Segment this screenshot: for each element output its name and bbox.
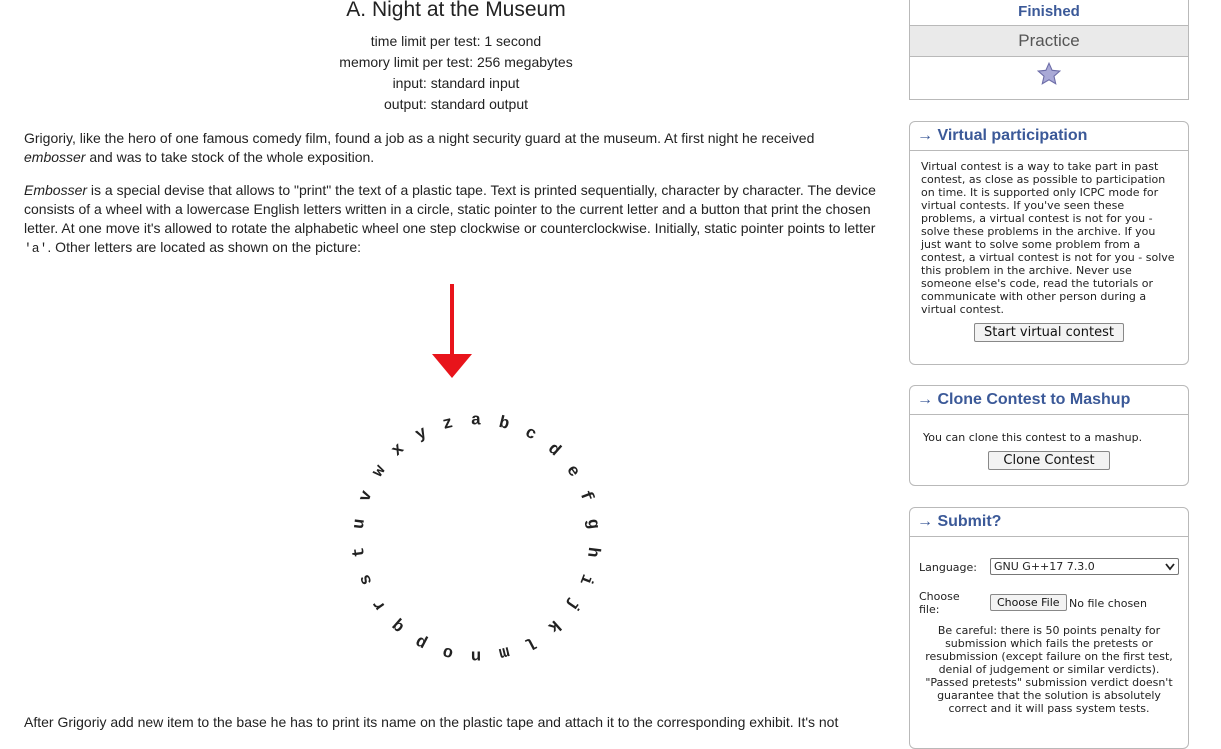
intro-text: Grigoriy, like the hero of one famous co…: [24, 130, 815, 146]
clone-contest-button[interactable]: Clone Contest: [988, 451, 1110, 470]
language-label: Language:: [919, 561, 977, 574]
virtual-participation-title: Virtual participation: [937, 127, 1088, 144]
wheel-letter-y: y: [413, 424, 431, 446]
pointer-arrow: [432, 284, 472, 378]
time-limit: time limit per test: 1 second: [370, 33, 542, 49]
clone-button-row: Clone Contest: [910, 451, 1188, 470]
wheel-letter-c: c: [521, 424, 539, 446]
wheel-letter-k: k: [543, 615, 563, 636]
clone-contest-text: You can clone this contest to a mashup.: [923, 431, 1143, 444]
wheel-letter-l: l: [521, 631, 539, 653]
output-spec: output: standard output: [384, 96, 528, 112]
paragraph-embosser: Embosser is a special devise that allows…: [24, 181, 890, 258]
intro-emphasis: embosser: [24, 149, 86, 165]
wheel-letter-t: t: [350, 546, 370, 558]
input-spec: input: standard input: [392, 75, 520, 91]
arrow-right-icon: →: [917, 127, 933, 144]
paragraph-intro: Grigoriy, like the hero of one famous co…: [24, 129, 890, 167]
virtual-participation-header: → Virtual participation: [910, 122, 1188, 151]
problem-title: A. Night at the Museum: [346, 0, 566, 21]
wheel-letter-r: r: [369, 595, 390, 614]
favourite-star[interactable]: [910, 57, 1188, 93]
wheel-letter-s: s: [356, 571, 377, 587]
language-select[interactable]: GNU G++17 7.3.0: [990, 558, 1179, 575]
wheel-letter-o: o: [441, 641, 455, 662]
clone-contest-title: Clone Contest to Mashup: [937, 391, 1131, 408]
memory-limit: memory limit per test: 256 megabytes: [339, 54, 573, 70]
embosser-text-end: . Other letters are located as shown on …: [47, 239, 362, 255]
embosser-emphasis: Embosser: [24, 182, 88, 198]
code-letter-a: 'a': [24, 241, 48, 256]
virtual-participation-box: → Virtual participation Virtual contest …: [909, 121, 1189, 365]
wheel-letter-h: h: [582, 546, 602, 558]
practice-label[interactable]: Practice: [910, 26, 1188, 57]
wheel-letter-b: b: [497, 414, 511, 435]
contest-status[interactable]: Finished: [910, 0, 1188, 26]
clone-contest-header: → Clone Contest to Mashup: [910, 386, 1188, 415]
wheel-letter-e: e: [562, 462, 583, 481]
wheel-letter-v: v: [356, 488, 377, 504]
contest-status-box: Finished Practice: [909, 0, 1189, 100]
virtual-button-row: Start virtual contest: [910, 323, 1188, 342]
alphabet-wheel-figure: a b cdef g h ijklmnopqrs t u vwxy z: [350, 284, 602, 665]
wheel-letter-p: p: [413, 631, 431, 653]
paragraph-after: After Grigoriy add new item to the base …: [24, 714, 839, 730]
submit-title: Submit?: [937, 513, 1002, 530]
chevron-down-icon: [1165, 563, 1175, 571]
star-icon[interactable]: [1036, 61, 1062, 87]
wheel-letter-q: q: [388, 615, 408, 636]
arrow-right-icon: →: [917, 391, 933, 408]
wheel-letter-u: u: [350, 518, 370, 530]
file-status: No file chosen: [1069, 597, 1147, 610]
submit-box: → Submit? Language: GNU G++17 7.3.0 Choo…: [909, 507, 1189, 749]
wheel-letter-d: d: [543, 440, 563, 461]
intro-text-end: and was to take stock of the whole expos…: [85, 149, 375, 165]
clone-contest-box: → Clone Contest to Mashup You can clone …: [909, 385, 1189, 486]
start-virtual-contest-button[interactable]: Start virtual contest: [974, 323, 1124, 342]
wheel-letter-i: i: [575, 571, 596, 587]
arrow-right-icon: →: [917, 513, 933, 530]
submit-form: Language: GNU G++17 7.3.0 Choose file: C…: [910, 537, 1188, 737]
wheel-letter-m: m: [497, 641, 511, 662]
penalty-warning: Be careful: there is 50 points penalty f…: [925, 624, 1173, 715]
wheel-letter-n: n: [471, 646, 481, 665]
embosser-text: is a special devise that allows to "prin…: [24, 182, 876, 236]
submit-header: → Submit?: [910, 508, 1188, 537]
wheel-letter-x: x: [388, 440, 408, 461]
alphabet-wheel: a b cdef g h ijklmnopqrs t u vwxy z: [350, 411, 602, 664]
wheel-letter-f: f: [575, 488, 596, 504]
language-selected-value: GNU G++17 7.3.0: [994, 560, 1095, 573]
wheel-letter-w: w: [369, 461, 391, 481]
choose-file-button[interactable]: Choose File: [990, 594, 1067, 611]
virtual-participation-text: Virtual contest is a way to take part in…: [921, 160, 1175, 316]
wheel-letter-a: a: [471, 411, 481, 430]
wheel-letter-j: j: [562, 595, 583, 614]
wheel-letter-z: z: [441, 414, 455, 435]
choose-file-label: Choose file:: [919, 590, 960, 616]
wheel-letter-g: g: [582, 518, 602, 530]
